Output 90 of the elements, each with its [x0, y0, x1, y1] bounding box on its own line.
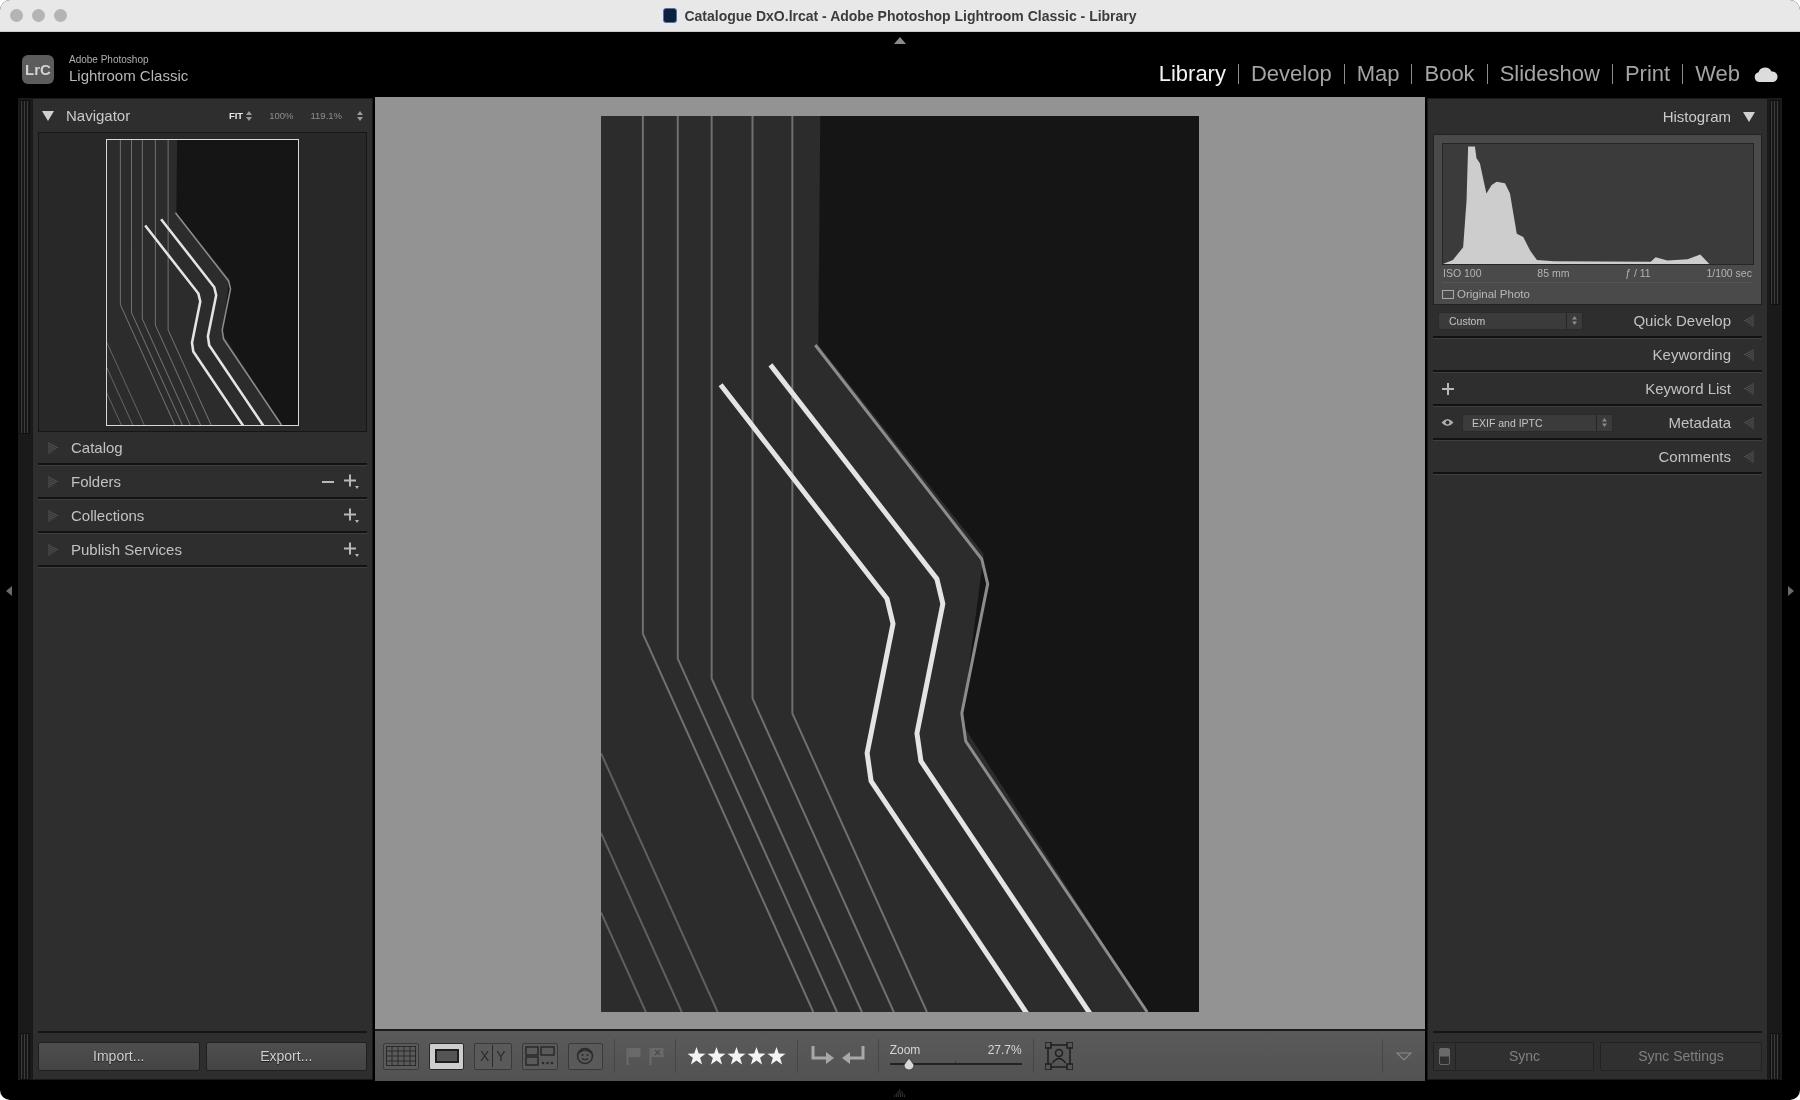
exif-info: ISO 100	[1443, 267, 1482, 279]
module-tab[interactable]: Develop	[1250, 61, 1332, 87]
zoom-option[interactable]: 100%	[269, 110, 294, 121]
star-icon	[746, 1047, 766, 1065]
panel-title[interactable]: Keywording	[1652, 346, 1731, 363]
panel-title[interactable]: Navigator	[66, 107, 131, 124]
triangle-down-icon[interactable]	[1743, 110, 1755, 123]
reject-flag-icon[interactable]	[648, 1047, 664, 1065]
product-name: Lightroom Classic	[69, 67, 189, 84]
panel-title[interactable]: Catalog	[71, 439, 123, 456]
right-arrow-icon[interactable]	[1788, 586, 1794, 596]
loupe-icon	[434, 1049, 459, 1063]
triangle-left-icon[interactable]	[1743, 450, 1754, 463]
star-icon	[766, 1047, 786, 1065]
plus-icon[interactable]	[344, 542, 359, 557]
cloud-icon[interactable]	[1754, 66, 1778, 82]
triangle-left-icon[interactable]	[1743, 348, 1754, 361]
panel-title[interactable]: Comments	[1658, 448, 1731, 465]
survey-view-button[interactable]	[521, 1042, 558, 1070]
grid-icon	[386, 1046, 416, 1066]
minimize-icon[interactable]	[32, 9, 45, 22]
triangle-right-icon[interactable]	[48, 509, 59, 522]
exif-info: 1/100 sec	[1706, 267, 1752, 279]
exif-info: ƒ / 11	[1625, 267, 1651, 279]
panel-title[interactable]: Publish Services	[71, 541, 182, 558]
star-rating[interactable]	[686, 1047, 786, 1065]
module-tab[interactable]: Web	[1695, 61, 1740, 87]
module-tab[interactable]: Library	[1158, 61, 1226, 87]
grid-view-button[interactable]	[383, 1042, 419, 1070]
module-tab[interactable]: Slideshow	[1499, 61, 1600, 87]
panel-button[interactable]: Import...	[38, 1041, 200, 1071]
app-icon	[663, 8, 678, 23]
preset-dropdown[interactable]: Custom	[1438, 311, 1583, 330]
vendor-name: Adobe Photoshop	[69, 54, 150, 65]
panel-title[interactable]: Keyword List	[1645, 380, 1731, 397]
app-logo: LrC	[22, 54, 54, 84]
up-down-arrows-icon	[1572, 316, 1577, 325]
star-icon	[726, 1047, 746, 1065]
resize-grip[interactable]	[1770, 100, 1780, 305]
plus-icon[interactable]	[1442, 382, 1454, 395]
triangle-left-icon[interactable]	[1743, 416, 1754, 429]
zoom-option[interactable]: 119.1%	[310, 110, 342, 121]
star-icon	[686, 1047, 706, 1065]
plus-icon[interactable]	[344, 474, 359, 489]
plus-icon[interactable]	[344, 508, 359, 523]
zoom-value: 27.7%	[987, 1042, 1022, 1057]
module-tab[interactable]: Print	[1624, 61, 1671, 87]
module-tab[interactable]: Map	[1356, 61, 1400, 87]
survey-icon	[524, 1046, 555, 1066]
face-frame-icon[interactable]	[1044, 1042, 1073, 1070]
triangle-right-icon[interactable]	[48, 543, 59, 556]
up-arrow-icon[interactable]	[894, 37, 906, 44]
switch-icon[interactable]	[1433, 1041, 1456, 1071]
panel-title[interactable]: Histogram	[1662, 108, 1731, 125]
triangle-right-icon[interactable]	[48, 475, 59, 488]
hook-arrow-left-icon[interactable]	[840, 1045, 867, 1067]
triangle-right-icon[interactable]	[48, 441, 59, 454]
eye-icon[interactable]	[1441, 418, 1454, 427]
panel-title[interactable]: Collections	[71, 507, 145, 524]
panel-title[interactable]: Folders	[71, 473, 122, 490]
preset-dropdown[interactable]: EXIF and IPTC	[1462, 413, 1613, 432]
face-icon	[576, 1047, 595, 1065]
checkbox[interactable]	[1442, 289, 1454, 299]
maximize-icon[interactable]	[54, 9, 67, 22]
thumbnail-drawing[interactable]	[106, 138, 299, 426]
panel-title[interactable]: Quick Develop	[1633, 312, 1731, 329]
loupe-view-button[interactable]	[429, 1042, 464, 1070]
panel-title[interactable]: Metadata	[1668, 414, 1731, 431]
checkbox-label[interactable]: Original Photo	[1457, 288, 1530, 300]
up-down-arrows-icon[interactable]	[246, 110, 253, 121]
triangle-left-icon[interactable]	[1743, 382, 1754, 395]
up-down-arrows-icon[interactable]	[357, 110, 363, 121]
panel-button[interactable]: Export...	[205, 1041, 367, 1071]
close-icon[interactable]	[10, 9, 23, 22]
slider-thumb[interactable]	[903, 1057, 916, 1070]
people-view-button[interactable]	[567, 1042, 603, 1070]
left-arrow-icon[interactable]	[6, 586, 12, 596]
dropdown-arrow-icon[interactable]	[1396, 1051, 1412, 1061]
star-icon	[706, 1047, 726, 1065]
zoom-label: Zoom	[889, 1042, 921, 1057]
window-title: Catalogue DxO.lrcat - Adobe Photoshop Lightroom Classic - Library	[684, 7, 1137, 24]
up-down-arrows-icon	[1602, 418, 1607, 427]
resize-grip[interactable]	[20, 1033, 30, 1080]
triangle-left-icon[interactable]	[1743, 314, 1754, 327]
resize-grip[interactable]	[20, 100, 30, 434]
zoom-option[interactable]: FIT	[228, 110, 244, 121]
module-tab[interactable]: Book	[1424, 61, 1475, 87]
triangle-down-icon[interactable]	[42, 109, 54, 122]
exif-info: 85 mm	[1537, 267, 1570, 279]
resize-grip[interactable]	[1770, 1033, 1780, 1080]
